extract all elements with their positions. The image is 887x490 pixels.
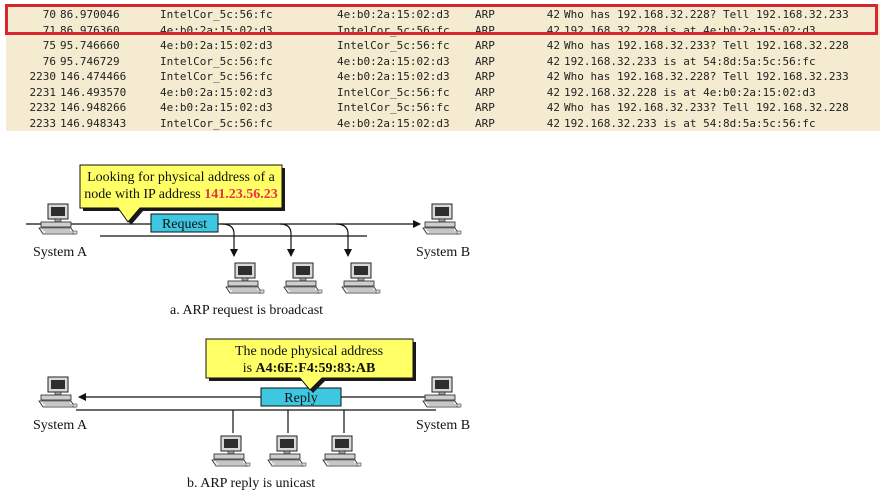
diagram-request: Request Looking for physical address of … bbox=[26, 164, 470, 318]
diagram-reply: Reply The node physical address is A4:6E… bbox=[33, 338, 470, 490]
callout-b-line2: is A4:6E:F4:59:83:AB bbox=[243, 361, 376, 376]
host-4-computer-icon bbox=[211, 435, 251, 467]
reply-label: Reply bbox=[284, 391, 317, 406]
host-5-computer-icon bbox=[267, 435, 307, 467]
system-b-reply-label: System B bbox=[416, 418, 470, 433]
host-6-computer-icon bbox=[322, 435, 362, 467]
callout-a-line1: Looking for physical address of a bbox=[87, 170, 276, 185]
broadcast-arrow-2 bbox=[279, 223, 295, 257]
request-label: Request bbox=[162, 217, 207, 232]
system-a-label: System A bbox=[33, 245, 88, 260]
callout-a-line2: node with IP address 141.23.56.23 bbox=[84, 187, 278, 202]
host-2-computer-icon bbox=[283, 262, 323, 294]
arp-diagram: Request Looking for physical address of … bbox=[26, 164, 470, 490]
caption-a: a. ARP request is broadcast bbox=[170, 303, 323, 318]
host-3-computer-icon bbox=[341, 262, 381, 294]
caption-b: b. ARP reply is unicast bbox=[187, 476, 315, 490]
system-a-computer-icon bbox=[38, 203, 78, 235]
system-b-label: System B bbox=[416, 245, 470, 260]
system-b-computer-icon bbox=[422, 203, 462, 235]
system-a-reply-label: System A bbox=[33, 418, 88, 433]
system-a-reply-computer-icon bbox=[38, 376, 78, 408]
broadcast-arrow-3 bbox=[335, 223, 352, 257]
host-1-computer-icon bbox=[225, 262, 265, 294]
broadcast-arrow-1 bbox=[221, 223, 238, 257]
system-b-reply-computer-icon bbox=[422, 376, 462, 408]
callout-b-line1: The node physical address bbox=[235, 344, 383, 359]
